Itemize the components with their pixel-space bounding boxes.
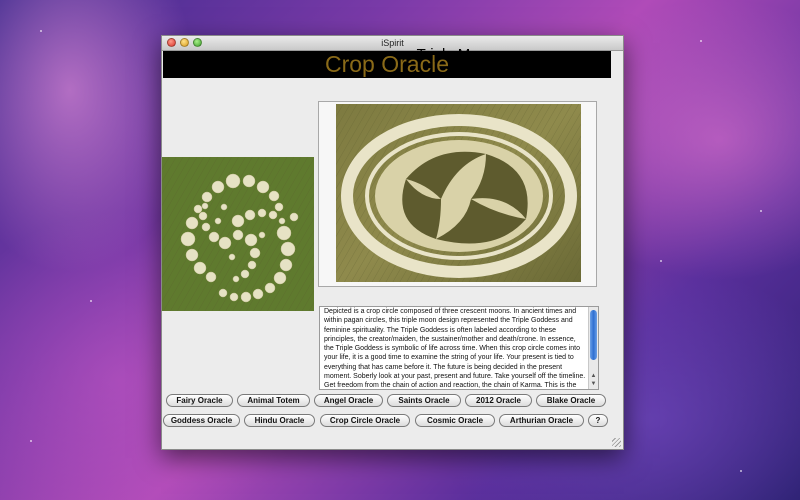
scroll-up-arrow-icon[interactable]: ▲ [589, 372, 598, 380]
arthurian-oracle-button[interactable]: Arthurian Oracle [499, 414, 584, 427]
star-decoration [90, 300, 92, 302]
scroll-thumb[interactable] [590, 310, 597, 360]
blake-oracle-button[interactable]: Blake Oracle [536, 394, 606, 407]
star-decoration [760, 210, 762, 212]
star-decoration [40, 30, 42, 32]
scroll-down-arrow-icon[interactable]: ▼ [589, 380, 598, 388]
card-title: Triple Moon [416, 46, 496, 63]
star-decoration [700, 40, 702, 42]
triple-moon-crop-circle-image [336, 104, 581, 282]
star-decoration [660, 260, 662, 262]
resize-grip-icon[interactable] [612, 438, 621, 447]
cosmic-oracle-button[interactable]: Cosmic Oracle [415, 414, 495, 427]
card-description: Depicted is a crop circle composed of th… [324, 308, 586, 390]
star-decoration [30, 440, 32, 442]
2012-oracle-button[interactable]: 2012 Oracle [465, 394, 532, 407]
crop-circle-oracle-button[interactable]: Crop Circle Oracle [320, 414, 410, 427]
hindu-oracle-button[interactable]: Hindu Oracle [244, 414, 315, 427]
animal-totem-button[interactable]: Animal Totem [237, 394, 310, 407]
help-button[interactable]: ? [588, 414, 608, 427]
star-decoration [740, 470, 742, 472]
fairy-oracle-button[interactable]: Fairy Oracle [166, 394, 233, 407]
description-scrollbar[interactable]: ▲ ▼ [588, 307, 598, 389]
description-text-area[interactable]: Depicted is a crop circle composed of th… [319, 306, 599, 390]
spiral-crop-circle-image [162, 157, 314, 311]
goddess-oracle-button[interactable]: Goddess Oracle [163, 414, 240, 427]
angel-oracle-button[interactable]: Angel Oracle [314, 394, 383, 407]
saints-oracle-button[interactable]: Saints Oracle [387, 394, 461, 407]
